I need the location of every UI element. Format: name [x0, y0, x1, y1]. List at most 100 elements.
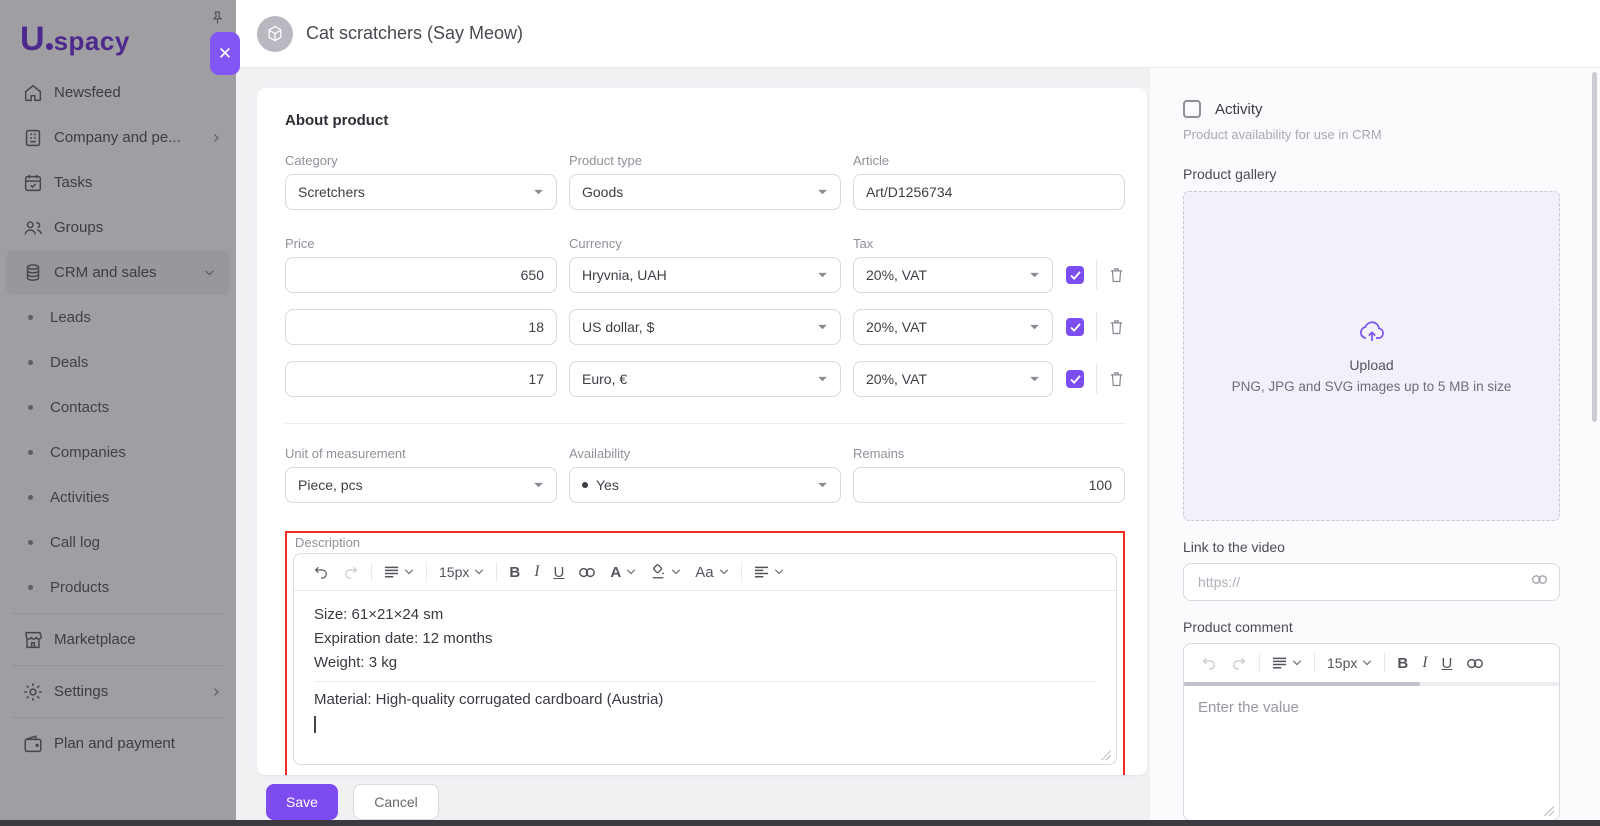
redo-button[interactable] — [336, 558, 366, 586]
price-label: Price — [285, 236, 557, 251]
resize-grip[interactable] — [1544, 806, 1554, 816]
description-content[interactable]: Size: 61×21×24 sm Expiration date: 12 mo… — [294, 591, 1116, 748]
comment-label: Product comment — [1183, 619, 1560, 635]
price-active-checkbox[interactable] — [1066, 318, 1084, 336]
price-active-checkbox[interactable] — [1066, 370, 1084, 388]
undo-button[interactable] — [306, 558, 336, 586]
undo-button[interactable] — [1194, 649, 1224, 677]
price-input[interactable] — [285, 257, 557, 293]
chevron-down-icon — [404, 569, 414, 575]
divider — [1096, 312, 1097, 342]
product-type-label: Product type — [569, 153, 841, 168]
price-row: US dollar, $ 20%, VAT — [285, 309, 1125, 345]
cloud-upload-icon — [1358, 319, 1386, 343]
resize-grip[interactable] — [1101, 750, 1111, 760]
currency-select[interactable]: Euro, € — [569, 361, 841, 397]
redo-button[interactable] — [1224, 649, 1254, 677]
category-label: Category — [285, 153, 557, 168]
comment-content[interactable]: Enter the value — [1184, 686, 1559, 729]
underline-button[interactable]: U — [1435, 649, 1460, 677]
toolbar-separator — [426, 562, 427, 582]
comment-editor: 15px B I U Enter the value — [1183, 643, 1560, 821]
description-editor: 15px B I U A Aa Size: 61×21×24 sm Expira… — [293, 553, 1117, 765]
toolbar-separator — [1259, 653, 1260, 673]
image-upload-dropzone[interactable]: Upload PNG, JPG and SVG images up to 5 M… — [1183, 191, 1560, 521]
availability-select[interactable]: Yes — [569, 467, 841, 503]
description-label: Description — [295, 535, 1117, 550]
price-input[interactable] — [285, 361, 557, 397]
horizontal-scrollbar[interactable] — [1184, 682, 1559, 686]
about-product-card: About product Category Scretchers Produc… — [257, 88, 1147, 775]
upload-caption: PNG, JPG and SVG images up to 5 MB in si… — [1232, 379, 1512, 394]
remains-input[interactable] — [853, 467, 1125, 503]
highlight-color-button[interactable] — [643, 558, 688, 586]
gallery-label: Product gallery — [1183, 166, 1560, 182]
italic-button[interactable]: I — [527, 558, 546, 586]
save-button[interactable]: Save — [266, 784, 338, 820]
insert-link-button[interactable] — [571, 558, 603, 586]
divider — [1096, 364, 1097, 394]
cube-icon — [265, 24, 285, 44]
unit-select[interactable]: Piece, pcs — [285, 467, 557, 503]
font-size-button[interactable]: 15px — [432, 558, 491, 586]
font-size-button[interactable]: 15px — [1320, 649, 1379, 677]
caret-down-icon — [533, 189, 544, 196]
insert-link-button[interactable] — [1459, 649, 1491, 677]
currency-select[interactable]: Hryvnia, UAH — [569, 257, 841, 293]
activity-checkbox[interactable] — [1183, 100, 1201, 118]
close-modal-button[interactable]: ✕ — [210, 32, 240, 75]
video-link-input[interactable] — [1183, 563, 1560, 601]
availability-label: Availability — [569, 446, 841, 461]
toolbar-separator — [371, 562, 372, 582]
italic-button[interactable]: I — [1415, 649, 1434, 677]
description-toolbar: 15px B I U A Aa — [294, 554, 1116, 591]
price-input[interactable] — [285, 309, 557, 345]
page-scrollbar[interactable] — [1592, 72, 1597, 422]
text-color-button[interactable]: A — [603, 558, 643, 586]
scrollbar-thumb[interactable] — [1184, 682, 1420, 686]
availability-value: Yes — [596, 477, 619, 493]
activity-label: Activity — [1215, 101, 1263, 118]
tax-select[interactable]: 20%, VAT — [853, 257, 1053, 293]
currency-value: Euro, € — [582, 371, 627, 387]
delete-price-row-button[interactable] — [1108, 266, 1125, 284]
line-height-button[interactable] — [377, 558, 421, 586]
cancel-button[interactable]: Cancel — [353, 784, 439, 820]
chevron-down-icon — [671, 569, 681, 575]
product-type-select[interactable]: Goods — [569, 174, 841, 210]
caret-down-icon — [817, 189, 828, 196]
tax-value: 20%, VAT — [866, 267, 927, 283]
remains-label: Remains — [853, 446, 1125, 461]
unit-label: Unit of measurement — [285, 446, 557, 461]
caret-down-icon — [533, 482, 544, 489]
unit-value: Piece, pcs — [298, 477, 363, 493]
underline-button[interactable]: U — [547, 558, 572, 586]
bold-button[interactable]: B — [502, 558, 527, 586]
category-value: Scretchers — [298, 184, 365, 200]
tax-select[interactable]: 20%, VAT — [853, 309, 1053, 345]
bold-button[interactable]: B — [1390, 649, 1415, 677]
text-case-button[interactable]: Aa — [688, 558, 735, 586]
sidebar: U spacy Newsfeed Company and pe... Tasks — [0, 0, 236, 820]
chevron-down-icon — [1292, 660, 1302, 666]
price-active-checkbox[interactable] — [1066, 266, 1084, 284]
currency-select[interactable]: US dollar, $ — [569, 309, 841, 345]
comment-placeholder: Enter the value — [1198, 699, 1299, 716]
divider — [1096, 260, 1097, 290]
article-label: Article — [853, 153, 1125, 168]
tax-value: 20%, VAT — [866, 319, 927, 335]
product-avatar — [257, 16, 293, 52]
caret-down-icon — [1029, 272, 1040, 279]
line-height-button[interactable] — [1265, 649, 1309, 677]
caret-down-icon — [817, 272, 828, 279]
currency-value: Hryvnia, UAH — [582, 267, 667, 283]
description-line: Expiration date: 12 months — [314, 627, 1096, 651]
category-select[interactable]: Scretchers — [285, 174, 557, 210]
delete-price-row-button[interactable] — [1108, 318, 1125, 336]
delete-price-row-button[interactable] — [1108, 370, 1125, 388]
product-modal: Cat scratchers (Say Meow) About product … — [236, 0, 1600, 820]
article-input[interactable] — [853, 174, 1125, 210]
activity-hint: Product availability for use in CRM — [1183, 127, 1560, 142]
align-button[interactable] — [747, 558, 791, 586]
tax-select[interactable]: 20%, VAT — [853, 361, 1053, 397]
